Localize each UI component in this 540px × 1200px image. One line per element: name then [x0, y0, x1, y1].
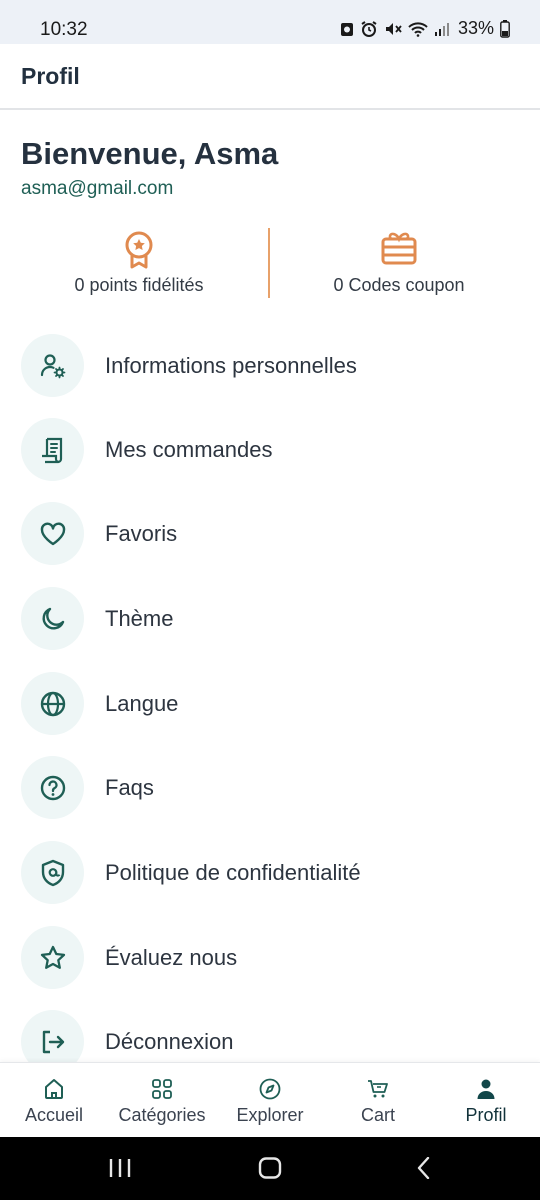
stats-row: 0 points fidélités 0 Codes coupon: [0, 228, 540, 300]
globe-icon: [40, 691, 65, 716]
battery-percent: 33%: [457, 18, 494, 38]
logout-icon: [42, 1030, 64, 1053]
loyalty-points-label: 0 points fidélités: [74, 275, 204, 295]
help-circle-icon: [40, 775, 65, 800]
nav-item-categories[interactable]: Catégories: [108, 1063, 216, 1138]
menu-label: Faqs: [105, 775, 154, 800]
cart-icon: [368, 1080, 388, 1098]
menu-label: Mes commandes: [105, 437, 273, 462]
status-icons: 33%: [340, 18, 510, 39]
menu-item-rate-us[interactable]: Évaluez nous: [0, 922, 540, 992]
medal-icon: [125, 231, 153, 269]
user-settings-icon: [40, 353, 65, 378]
loyalty-points-stat[interactable]: 0 points fidélités: [4, 228, 274, 300]
nav-item-home[interactable]: Accueil: [0, 1063, 108, 1138]
user-email: asma@gmail.com: [21, 178, 174, 199]
app-notification-icon: [340, 22, 353, 36]
menu-label: Favoris: [105, 521, 178, 546]
menu-item-privacy-policy[interactable]: Politique de confidentialité: [0, 837, 540, 907]
recent-apps-icon[interactable]: [108, 1157, 132, 1179]
battery-icon: [500, 19, 510, 38]
nav-label: Explorer: [236, 1105, 304, 1125]
nav-item-profile[interactable]: Profil: [432, 1063, 540, 1138]
heart-icon: [40, 522, 65, 545]
system-nav-bar: [0, 1137, 540, 1200]
nav-label: Catégories: [118, 1105, 206, 1125]
wifi-icon: [408, 21, 428, 37]
mute-icon: [385, 22, 402, 35]
coupon-codes-stat[interactable]: 0 Codes coupon: [264, 228, 534, 300]
menu-label: Langue: [105, 691, 179, 716]
receipt-icon: [41, 437, 62, 463]
status-bar: 10:32 33%: [0, 0, 540, 44]
home-icon: [45, 1079, 63, 1099]
menu-label: Déconnexion: [105, 1029, 234, 1054]
page-title: Profil: [21, 63, 80, 89]
menu-label: Politique de confidentialité: [105, 860, 361, 885]
bottom-nav: Accueil Catégories Explorer Cart Profil: [0, 1062, 540, 1137]
coupon-codes-label: 0 Codes coupon: [333, 275, 465, 295]
app-header: Profil: [0, 44, 540, 110]
menu-item-faqs[interactable]: Faqs: [0, 752, 540, 822]
shield-icon: [41, 859, 64, 886]
moon-icon: [42, 607, 64, 629]
welcome-title: Bienvenue, Asma: [21, 136, 279, 171]
nav-item-cart[interactable]: Cart: [324, 1063, 432, 1138]
home-button-icon[interactable]: [258, 1157, 282, 1179]
nav-item-explore[interactable]: Explorer: [216, 1063, 324, 1138]
nav-label: Profil: [465, 1105, 507, 1125]
gift-card-icon: [381, 232, 417, 265]
nav-label: Cart: [360, 1105, 395, 1125]
menu-item-favorites[interactable]: Favoris: [0, 498, 540, 568]
menu-item-theme[interactable]: Thème: [0, 583, 540, 653]
compass-icon: [259, 1078, 281, 1100]
user-icon: [477, 1079, 495, 1099]
alarm-icon: [361, 20, 377, 37]
menu-label: Évaluez nous: [105, 945, 238, 970]
menu-item-orders[interactable]: Mes commandes: [0, 414, 540, 484]
star-icon: [40, 945, 65, 969]
menu-item-personal-info[interactable]: Informations personnelles: [0, 330, 540, 400]
signal-icon: [434, 22, 449, 36]
back-icon[interactable]: [412, 1157, 436, 1179]
status-time: 10:32: [40, 19, 88, 40]
menu-label: Informations personnelles: [105, 353, 357, 378]
grid-icon: [152, 1079, 172, 1099]
menu-label: Thème: [105, 606, 174, 631]
menu-item-language[interactable]: Langue: [0, 668, 540, 738]
nav-label: Accueil: [24, 1105, 84, 1125]
